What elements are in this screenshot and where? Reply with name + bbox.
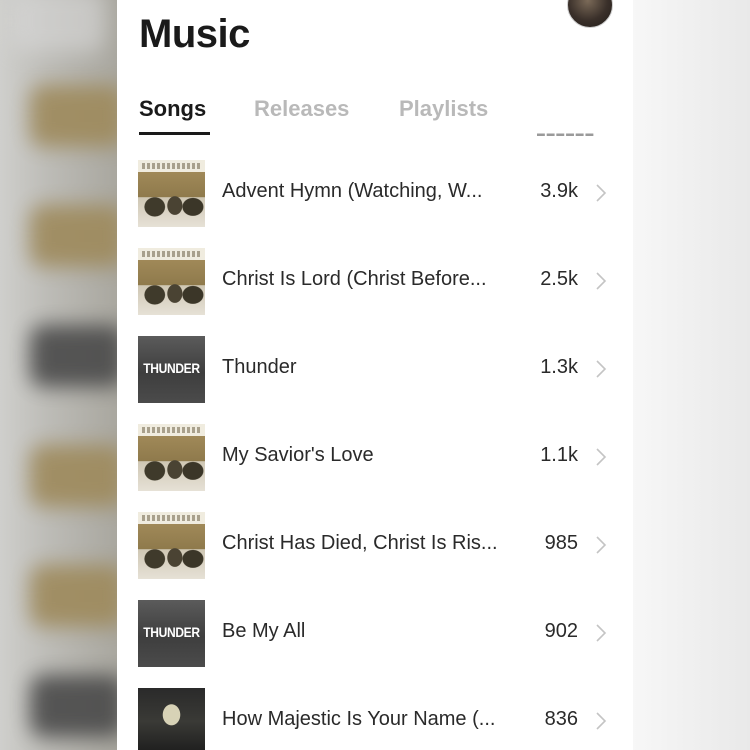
song-row[interactable]: Christ Has Died, Christ Is Ris... 985 bbox=[117, 501, 633, 589]
chevron-right-icon bbox=[596, 536, 607, 554]
play-count: 985 bbox=[544, 532, 578, 554]
blurred-shape bbox=[30, 675, 117, 737]
play-count: 3.9k bbox=[540, 180, 578, 202]
song-row[interactable]: Advent Hymn (Watching, W... 3.9k bbox=[117, 149, 633, 237]
avatar[interactable] bbox=[567, 0, 613, 28]
blurred-shape bbox=[10, 0, 105, 52]
song-title: Christ Is Lord (Christ Before... bbox=[222, 268, 487, 290]
chevron-right-icon bbox=[596, 624, 607, 642]
song-title: My Savior's Love bbox=[222, 444, 374, 466]
page-title: Music bbox=[139, 12, 250, 56]
play-count: 1.1k bbox=[540, 444, 578, 466]
song-row[interactable]: Christ Is Lord (Christ Before... 2.5k bbox=[117, 237, 633, 325]
screen: Music Songs Releases Playlists ▂▂▂▂▂▂ Ad… bbox=[0, 0, 750, 750]
song-title: Advent Hymn (Watching, W... bbox=[222, 180, 483, 202]
sepia-album-art bbox=[138, 160, 205, 227]
sepia-album-art bbox=[138, 424, 205, 491]
thunder-album-art: THUNDER bbox=[138, 336, 205, 403]
scrolled-off-row-edge: ▂▂▂▂▂▂ bbox=[537, 126, 596, 136]
song-row[interactable]: THUNDER Thunder 1.3k bbox=[117, 325, 633, 413]
chevron-right-icon bbox=[596, 272, 607, 290]
blurred-shape bbox=[30, 565, 117, 627]
song-title: Christ Has Died, Christ Is Ris... bbox=[222, 532, 498, 554]
songs-list: Advent Hymn (Watching, W... 3.9k Christ … bbox=[117, 149, 633, 750]
stage-photo-album-art bbox=[138, 688, 205, 750]
blurred-shape bbox=[30, 445, 117, 507]
song-row[interactable]: THUNDER Be My All 902 bbox=[117, 589, 633, 677]
chevron-right-icon bbox=[596, 448, 607, 466]
blurred-shape bbox=[30, 85, 117, 147]
song-title: Thunder bbox=[222, 356, 297, 378]
sepia-album-art bbox=[138, 512, 205, 579]
blurred-background-right bbox=[633, 0, 750, 750]
tab-songs[interactable]: Songs bbox=[139, 96, 206, 122]
album-art-label: THUNDER bbox=[143, 360, 200, 376]
chevron-right-icon bbox=[596, 360, 607, 378]
play-count: 836 bbox=[544, 708, 578, 730]
song-title: How Majestic Is Your Name (... bbox=[222, 708, 496, 730]
song-row[interactable]: My Savior's Love 1.1k bbox=[117, 413, 633, 501]
tab-releases[interactable]: Releases bbox=[254, 96, 349, 122]
sepia-album-art bbox=[138, 248, 205, 315]
active-tab-indicator bbox=[139, 132, 210, 135]
blurred-shape bbox=[30, 325, 117, 387]
chevron-right-icon bbox=[596, 712, 607, 730]
play-count: 902 bbox=[544, 620, 578, 642]
album-art-label: THUNDER bbox=[143, 624, 200, 640]
thunder-album-art: THUNDER bbox=[138, 600, 205, 667]
tab-playlists[interactable]: Playlists bbox=[399, 96, 488, 122]
song-row[interactable]: How Majestic Is Your Name (... 836 bbox=[117, 677, 633, 750]
chevron-right-icon bbox=[596, 184, 607, 202]
play-count: 1.3k bbox=[540, 356, 578, 378]
song-title: Be My All bbox=[222, 620, 306, 642]
blurred-shape bbox=[30, 205, 117, 267]
play-count: 2.5k bbox=[540, 268, 578, 290]
music-panel: Music Songs Releases Playlists ▂▂▂▂▂▂ Ad… bbox=[117, 0, 633, 750]
blurred-background-left bbox=[0, 0, 117, 750]
